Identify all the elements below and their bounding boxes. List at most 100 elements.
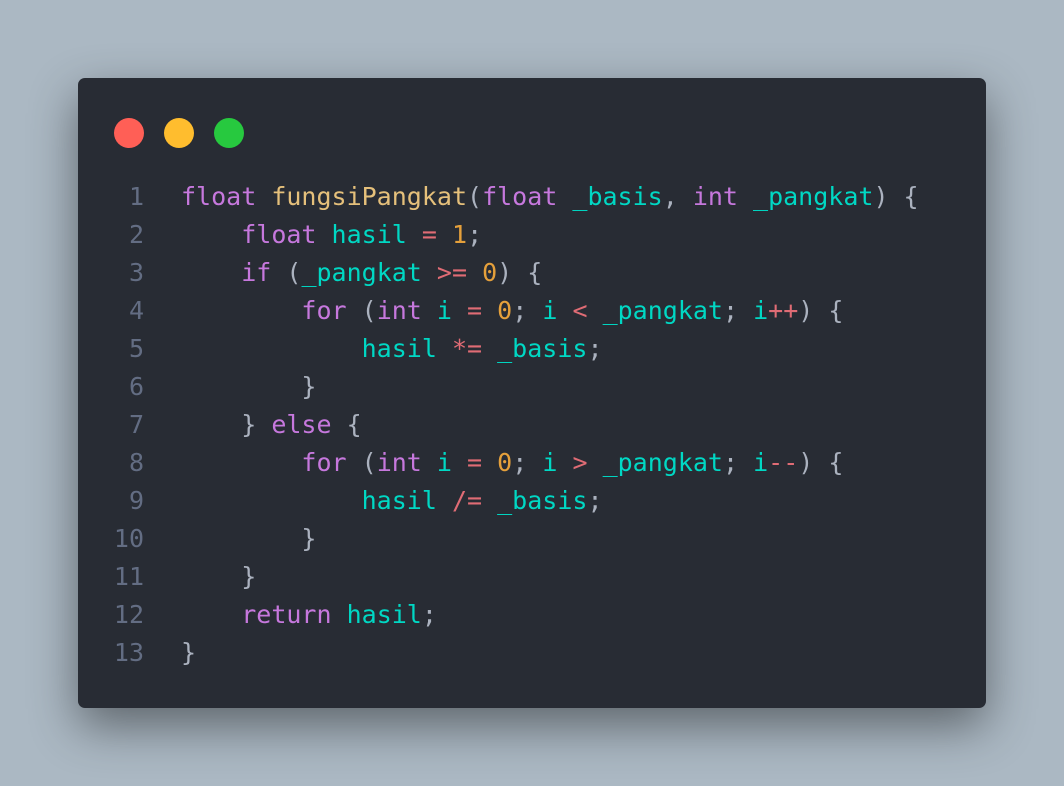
code-token: i [542,448,558,477]
code-token: ) { [798,296,844,325]
code-token: 1 [452,220,468,249]
line-text: float fungsiPangkat(float _basis, int _p… [181,178,919,216]
code-line[interactable]: 8 for (int i = 0; i > _pangkat; i--) { [108,444,919,482]
code-token: ++ [768,296,799,325]
code-line[interactable]: 6 } [108,368,919,406]
code-token: ; [421,600,437,629]
code-editor[interactable]: 1 float fungsiPangkat(float _basis, int _… [108,178,919,672]
line-text: for (int i = 0; i > _pangkat; i--) { [181,444,843,482]
code-token: ( [271,258,302,287]
code-token: float [482,182,558,211]
code-token: } [181,638,197,667]
code-token: ; [723,448,754,477]
close-button[interactable] [114,118,144,148]
code-token: >= [436,258,468,287]
line-text: for (int i = 0; i < _pangkat; i++) { [181,292,843,330]
code-token: ) { [497,258,543,287]
code-line[interactable]: 12 return hasil; [108,596,919,634]
line-text: } [181,634,196,672]
code-token: ; [587,334,603,363]
code-token: _pangkat [602,448,723,477]
line-text: return hasil; [181,596,437,634]
code-token: i [753,296,769,325]
code-token: return [241,600,332,629]
code-token: _basis [572,182,663,211]
code-token: *= [451,334,483,363]
code-token: ) { [798,448,844,477]
code-line[interactable]: 11 } [108,558,919,596]
code-token: for [301,296,347,325]
code-line[interactable]: 13} [108,634,919,672]
code-token: ( [346,296,377,325]
code-token: , [662,182,693,211]
line-number: 7 [128,410,144,439]
code-line[interactable]: 1 float fungsiPangkat(float _basis, int _… [108,178,919,216]
code-line[interactable]: 7 } else { [108,406,919,444]
minimize-button[interactable] [164,118,194,148]
code-token: -- [768,448,799,477]
code-line[interactable]: 10 } [108,520,919,558]
code-line[interactable]: 4 for (int i = 0; i < _pangkat; i++) { [108,292,919,330]
line-text: if (_pangkat >= 0) { [181,254,542,292]
code-token: float [181,182,257,211]
code-token: hasil [361,486,437,515]
code-token: i [436,448,452,477]
code-token: 0 [482,258,498,287]
code-token: _basis [497,486,588,515]
code-token: ; [723,296,754,325]
code-token: > [572,448,588,477]
line-text: } else { [181,406,361,444]
code-token: _basis [497,334,588,363]
code-token: 0 [497,448,513,477]
code-token: else [271,410,332,439]
code-token: fungsiPangkat [271,182,467,211]
code-line[interactable]: 3 if (_pangkat >= 0) { [108,254,919,292]
line-text: hasil /= _basis; [181,482,603,520]
code-token: < [572,296,588,325]
maximize-button[interactable] [214,118,244,148]
code-token: ) { [873,182,919,211]
code-token: i [542,296,558,325]
line-number: 5 [128,334,144,363]
code-window: 1 float fungsiPangkat(float _basis, int _… [78,78,986,708]
code-token: i [436,296,452,325]
line-text: hasil *= _basis; [181,330,603,368]
code-token: ; [467,220,483,249]
code-token: for [301,448,347,477]
code-token: _pangkat [301,258,422,287]
code-line[interactable]: 5 hasil *= _basis; [108,330,919,368]
code-line[interactable]: 2 float hasil = 1; [108,216,919,254]
code-token: i [753,448,769,477]
code-token: hasil [331,220,407,249]
line-number: 12 [113,600,144,629]
code-token: } [301,524,317,553]
line-number: 1 [128,182,144,211]
code-token: _pangkat [753,182,874,211]
line-text: } [181,368,316,406]
line-number: 6 [128,372,144,401]
code-token: = [467,296,483,325]
line-text: } [181,558,256,596]
line-text: float hasil = 1; [181,216,482,254]
line-text: } [181,520,316,558]
code-line[interactable]: 9 hasil /= _basis; [108,482,919,520]
code-token: if [241,258,272,287]
